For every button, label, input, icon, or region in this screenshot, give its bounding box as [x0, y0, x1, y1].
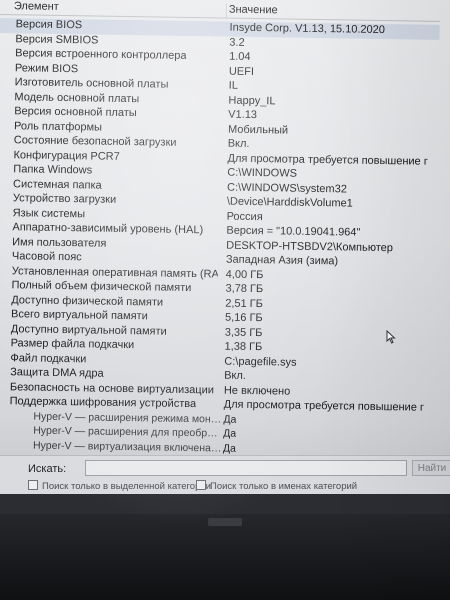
- row-element-value: Мобильный: [227, 123, 289, 137]
- column-header-element[interactable]: Элемент: [14, 0, 59, 13]
- checkbox-box[interactable]: [28, 480, 38, 490]
- row-element-value: 4,00 ГБ: [225, 268, 264, 281]
- row-element-value: UEFI: [228, 65, 255, 78]
- row-element-value: Россия: [226, 210, 263, 223]
- row-element-value: 3,78 ГБ: [225, 282, 264, 296]
- row-element-name: Доступно виртуальной памяти: [10, 322, 167, 338]
- row-element-name: Версия основной платы: [14, 105, 137, 120]
- laptop-bezel: [0, 514, 450, 600]
- row-element-name: Роль платформы: [13, 119, 103, 134]
- row-element-value: 1.04: [229, 50, 251, 63]
- row-element-value: Да: [222, 442, 237, 455]
- row-element-value: Вкл.: [227, 137, 250, 150]
- row-element-name: Режим BIOS: [14, 61, 79, 75]
- row-element-value: V1.13: [228, 108, 258, 122]
- photo-of-screen: Элемент Значение Версия BIOS Insyde Corp.…: [0, 0, 450, 600]
- row-element-name: Часовой пояс: [11, 250, 82, 264]
- row-element-value: C:\WINDOWS: [227, 166, 298, 180]
- row-element-name: Полный объем физической памяти: [11, 279, 192, 295]
- row-element-value: Не включено: [223, 384, 291, 398]
- row-element-value: 2,51 ГБ: [225, 297, 263, 310]
- row-element-value: C:\pagefile.sys: [224, 355, 297, 369]
- row-element-name: Конфигурация PCR7: [13, 148, 120, 163]
- row-element-name: Аппаратно-зависимый уровень (HAL): [12, 221, 204, 237]
- column-header-value[interactable]: Значение: [229, 4, 278, 17]
- row-element-value: Happy_IL: [228, 94, 276, 107]
- row-element-name: Всего виртуальной памяти: [10, 308, 148, 323]
- row-element-value: Для просмотра требуется повышение прав: [227, 152, 428, 168]
- search-bar: Искать: Найти Поиск только в выделенной …: [0, 455, 450, 494]
- row-element-value: C:\WINDOWS\system32: [226, 181, 347, 195]
- row-element-name: Папка Windows: [13, 163, 93, 177]
- row-element-name: Размер файла подкачки: [10, 337, 135, 352]
- taskbar: [0, 494, 450, 514]
- row-element-name: Hyper-V — расширения для преобразования …: [33, 424, 224, 440]
- search-selected-category-label: Поиск только в выделенной категории: [42, 481, 211, 492]
- row-element-name: Установленная оперативная память (RAM): [11, 264, 218, 280]
- row-element-value: Вкл.: [224, 369, 246, 382]
- row-element-value: IL: [228, 79, 238, 92]
- row-element-name: Hyper-V — виртуализация включена во встр…: [32, 439, 224, 455]
- search-input[interactable]: [85, 460, 407, 476]
- row-element-value: Для просмотра требуется повышение прав: [223, 398, 424, 414]
- system-information-window: Элемент Значение Версия BIOS Insyde Corp.…: [0, 0, 450, 477]
- search-category-names-checkbox[interactable]: Поиск только в именах категорий: [196, 480, 357, 492]
- row-element-value: Да: [223, 427, 237, 440]
- search-label: Искать:: [28, 463, 67, 475]
- row-element-name: Hyper-V — расширения режима мониторинга …: [33, 410, 224, 426]
- row-element-value: 5,16 ГБ: [224, 311, 263, 325]
- row-element-value: DESKTOP-HTSBDV2\Компьютер: [226, 239, 394, 254]
- row-element-name: Версия SMBIOS: [15, 32, 99, 47]
- brand-logo: [208, 518, 242, 526]
- row-element-name: Защита DMA ядра: [10, 366, 104, 380]
- search-selected-category-checkbox[interactable]: Поиск только в выделенной категории: [28, 480, 211, 492]
- row-element-name: Устройство загрузки: [12, 192, 117, 206]
- row-element-value: 1,38 ГБ: [224, 340, 263, 354]
- row-element-value: \Device\HarddiskVolume1: [226, 195, 353, 210]
- row-element-value: Insyde Corp. V1.13, 15.10.2020: [229, 21, 386, 37]
- row-element-name: Системная папка: [13, 177, 102, 192]
- row-element-name: Доступно физической памяти: [11, 293, 164, 309]
- row-element-name: Язык системы: [12, 206, 86, 220]
- row-element-name: Файл подкачки: [10, 351, 87, 365]
- row-element-name: Версия встроенного контроллера: [15, 47, 187, 62]
- mouse-cursor-icon: [386, 330, 396, 344]
- row-element-value: Да: [223, 413, 237, 426]
- row-element-name: Версия BIOS: [15, 18, 83, 32]
- row-element-name: Состояние безопасной загрузки: [13, 134, 177, 149]
- checkbox-box[interactable]: [196, 480, 206, 490]
- details-table: Версия BIOS Insyde Corp. V1.13, 15.10.202…: [0, 17, 440, 474]
- search-category-names-label: Поиск только в именах категорий: [210, 481, 358, 492]
- row-element-value: 3,35 ГБ: [224, 326, 263, 339]
- row-element-name: Поддержка шифрования устройства: [9, 395, 197, 411]
- find-button[interactable]: Найти: [412, 460, 450, 476]
- row-element-name: Безопасность на основе виртуализации: [9, 380, 215, 396]
- row-element-value: 3.2: [229, 36, 245, 49]
- row-element-name: Изготовитель основной платы: [14, 76, 169, 91]
- column-divider[interactable]: [225, 3, 227, 18]
- row-element-name: Модель основной платы: [14, 90, 140, 105]
- row-element-value: Версия = "10.0.19041.964": [226, 224, 361, 239]
- row-element-name: Имя пользователя: [12, 235, 107, 250]
- row-element-value: Западная Азия (зима): [225, 253, 339, 268]
